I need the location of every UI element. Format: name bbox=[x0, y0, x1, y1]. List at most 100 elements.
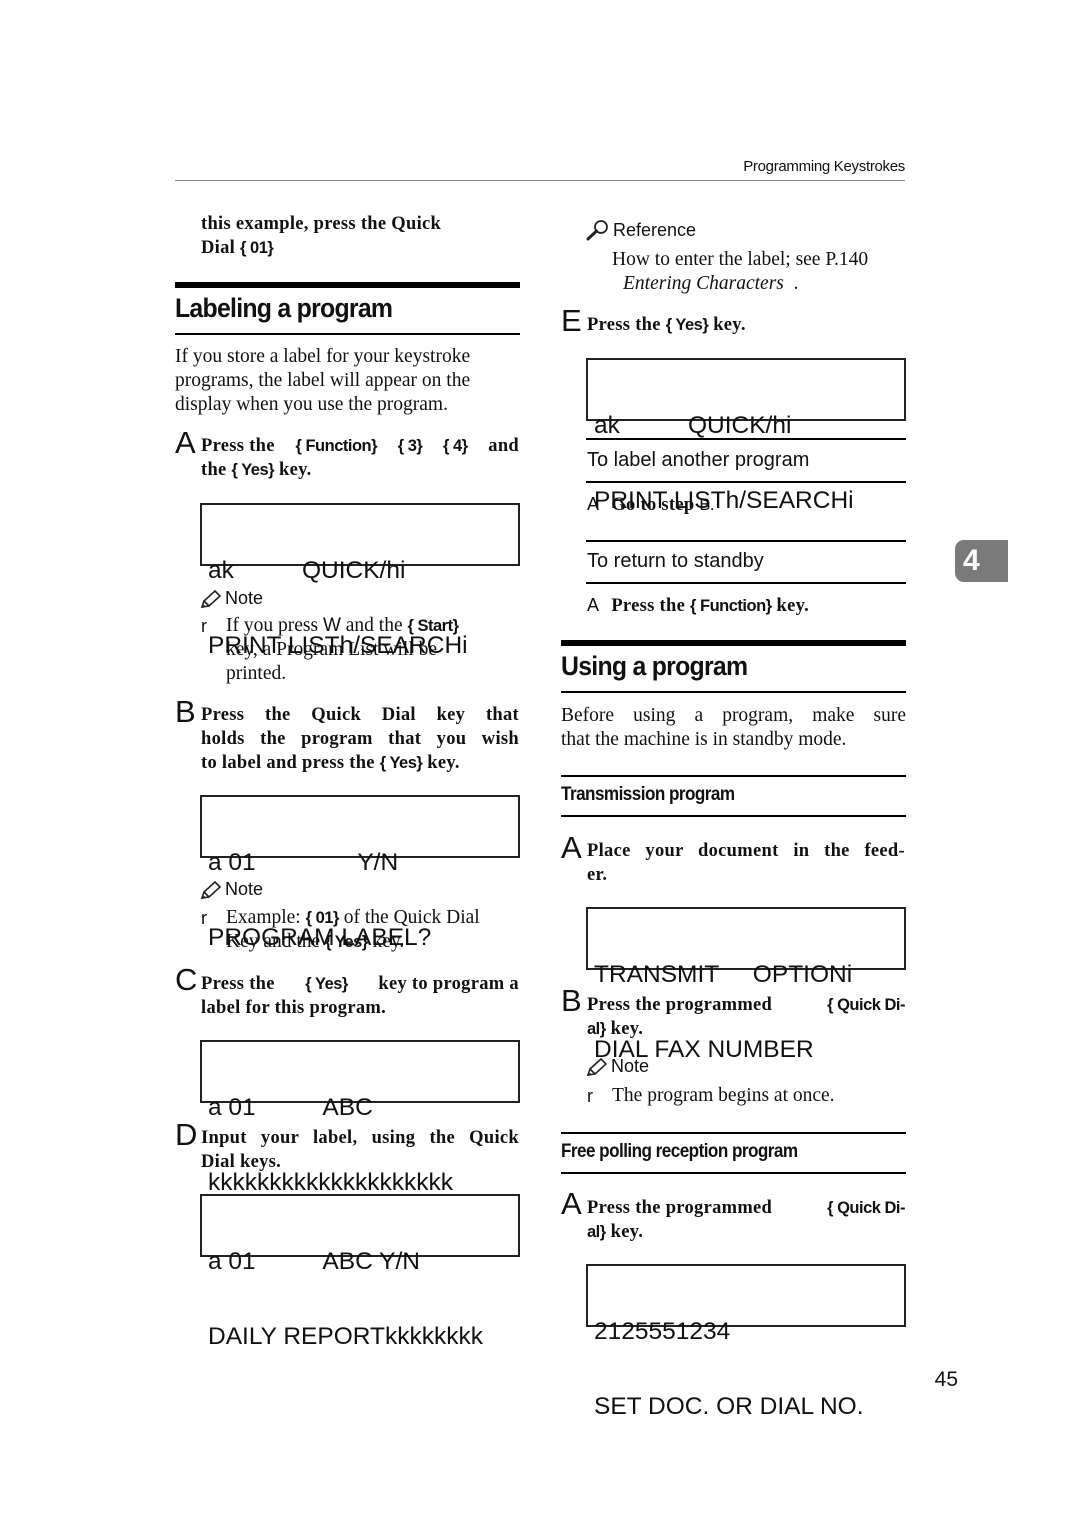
step-letter-b: B bbox=[175, 694, 196, 729]
key-quick-dial: { Quick Di- bbox=[827, 1199, 905, 1217]
lcd-line-2: SET DOC. OR DIAL NO. bbox=[594, 1393, 864, 1420]
note-line: Key and the { Yes} key. bbox=[226, 931, 405, 952]
step-letter-c: C bbox=[175, 962, 198, 997]
key-01: { 01} bbox=[240, 239, 274, 257]
step-e-text: Press the { Yes} key. bbox=[587, 315, 746, 335]
step-c-text: Press the { Yes} key to program a label … bbox=[201, 972, 519, 1020]
note-header: Note bbox=[586, 1056, 649, 1077]
subsection-rule bbox=[586, 582, 906, 584]
step-line: er. bbox=[587, 865, 608, 885]
key-yes: { Yes} bbox=[325, 933, 368, 951]
body-line: programs, the label will appear on the bbox=[175, 370, 471, 391]
note-bullet: r bbox=[201, 616, 207, 636]
page-number: 45 bbox=[934, 1368, 958, 1391]
step-line: Press the programmed { Quick Di- bbox=[587, 1198, 905, 1218]
step-line: to label and press the { Yes} key. bbox=[201, 753, 460, 773]
subsection-rule bbox=[586, 481, 906, 483]
pencil-icon bbox=[200, 880, 222, 899]
lcd-line-2: DAILY REPORTkkkkkkkk bbox=[208, 1323, 484, 1350]
transmission-step-b-text: Press the programmed { Quick Di- al} key… bbox=[587, 993, 905, 1041]
key-01: { 01} bbox=[305, 909, 340, 927]
pencil-icon bbox=[586, 1057, 608, 1076]
lcd-display: ak QUICK/hi PRINT LISTh/SEARCHi bbox=[586, 358, 906, 513]
subsection-transmission: Transmission program bbox=[561, 784, 735, 805]
body-line: Before using a program, make sure bbox=[561, 705, 906, 726]
reference-line: How to enter the label; see P.140 bbox=[612, 249, 869, 270]
subsection-free-polling: Free polling reception program bbox=[561, 1141, 798, 1162]
body-line: If you store a label for your keystroke bbox=[175, 346, 471, 367]
subsection-rule bbox=[561, 1132, 906, 1134]
step-bullet: A bbox=[587, 494, 600, 514]
step-d-text: Input your label, using the Quick Dial k… bbox=[201, 1126, 519, 1174]
step-a-line-2: the { Yes} key. bbox=[201, 460, 312, 480]
reference-link[interactable]: Entering Characters bbox=[623, 273, 784, 294]
step-letter-a: A bbox=[561, 830, 582, 865]
running-head: Programming Keystrokes bbox=[743, 158, 905, 175]
lcd-line-1: TRANSMIT OPTIONi bbox=[594, 961, 853, 988]
step-letter-b: B bbox=[561, 983, 582, 1018]
step-a-line-1: Press the { Function} { 3} { 4} and bbox=[201, 436, 519, 456]
key-yes: { Yes} bbox=[231, 461, 275, 479]
note-title: Note bbox=[611, 1056, 650, 1076]
key-yes: { Yes} bbox=[665, 316, 709, 334]
lcd-line-1: 2125551234 bbox=[594, 1318, 731, 1345]
note-title: Note bbox=[225, 588, 264, 608]
step-bullet: A bbox=[587, 595, 600, 615]
key-start: { Start} bbox=[407, 617, 460, 635]
section-rule-bottom bbox=[561, 691, 906, 693]
lcd-line-1: a 01 Y/N bbox=[208, 849, 399, 876]
reference-header: Reference bbox=[586, 219, 696, 241]
note-bullet: r bbox=[201, 908, 207, 928]
intro-line-2: Dial { 01} bbox=[201, 238, 274, 258]
subsection-return-standby: To return to standby bbox=[587, 550, 764, 572]
subsection-rule bbox=[586, 540, 906, 542]
key-function: { Function} bbox=[690, 597, 772, 615]
transmission-step-a-text: Place your document in the feed- er. bbox=[587, 839, 905, 887]
lcd-display: a 01 ABC Y/N DAILY REPORTkkkkkkkk bbox=[200, 1194, 520, 1349]
intro-line-1: this example, press the Quick bbox=[201, 214, 442, 234]
section-title-using: Using a program bbox=[561, 651, 748, 681]
lcd-display: a 01 Y/N PROGRAM LABEL? bbox=[200, 795, 520, 950]
label-another-step: A Go to step B. bbox=[587, 494, 714, 515]
chapter-tab: 4 bbox=[955, 540, 1008, 582]
key-yes: { Yes} bbox=[379, 754, 423, 772]
return-standby-step: A Press the { Function} key. bbox=[587, 595, 810, 616]
step-line: holds the program that you wish bbox=[201, 729, 519, 749]
body-line: that the machine is in standby mode. bbox=[561, 729, 847, 750]
body-line: display when you use the program. bbox=[175, 394, 448, 415]
intro-text: this example, press the Quick Dial { 01} bbox=[201, 212, 519, 260]
lcd-display: 2125551234 SET DOC. OR DIAL NO. bbox=[586, 1264, 906, 1419]
magnifier-icon bbox=[586, 220, 608, 241]
subsection-rule bbox=[561, 815, 906, 817]
lcd-line-1: a 01 ABC Y/N bbox=[208, 1248, 420, 1275]
lcd-line-1: ak QUICK/hi bbox=[594, 412, 792, 439]
step-letter-d: D bbox=[175, 1117, 198, 1152]
step-b-text: Press the Quick Dial key that holds the … bbox=[201, 703, 519, 775]
reference-title: Reference bbox=[613, 219, 697, 240]
subsection-rule bbox=[561, 1172, 906, 1174]
step-line: Dial keys. bbox=[201, 1152, 282, 1172]
step-line: Input your label, using the Quick bbox=[201, 1128, 519, 1148]
note-line: If you press W and the { Start} bbox=[226, 615, 460, 636]
key-w: W bbox=[322, 615, 341, 636]
note-line: key, a Program List will be bbox=[226, 639, 438, 660]
note-header: Note bbox=[200, 588, 263, 609]
note-line: Example: { 01} of the Quick Dial bbox=[226, 907, 480, 928]
subsection-label-another: To label another program bbox=[587, 449, 810, 471]
key-4: { 4} bbox=[442, 437, 468, 455]
key-3: { 3} bbox=[397, 437, 423, 455]
step-letter-a: A bbox=[561, 1186, 582, 1221]
reference-line: Entering Characters . bbox=[623, 273, 799, 294]
note-title: Note bbox=[225, 879, 264, 899]
lcd-display: a 01 ABC kkkkkkkkkkkkkkkkkkkk bbox=[200, 1040, 520, 1195]
step-letter-e: E bbox=[561, 303, 582, 338]
reference-text: How to enter the label; see P.140 Enteri… bbox=[612, 248, 906, 296]
note-header: Note bbox=[200, 879, 263, 900]
step-line: Place your document in the feed- bbox=[587, 841, 905, 861]
note-text: Example: { 01} of the Quick Dial Key and… bbox=[226, 906, 519, 954]
section-rule-top bbox=[561, 640, 906, 646]
section-rule-bottom bbox=[175, 333, 520, 335]
note-text: The program begins at once. bbox=[612, 1085, 835, 1106]
step-ref: B. bbox=[699, 496, 714, 514]
step-letter-a: A bbox=[175, 425, 196, 460]
